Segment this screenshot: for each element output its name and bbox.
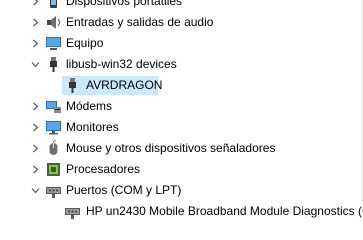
chevron-right-icon[interactable] <box>28 33 42 54</box>
tree-item-avrdragon[interactable]: AVRDRAGON <box>0 75 363 96</box>
tree-item-label: libusb-win32 devices <box>66 57 177 71</box>
chevron-right-icon[interactable] <box>28 159 42 180</box>
tree-item-mice[interactable]: Mouse y otros dispositivos señaladores <box>0 138 363 159</box>
tree-item-portable-devices[interactable]: Dispositivos portátiles <box>0 0 363 12</box>
tree-item-modems[interactable]: Módems <box>0 96 363 117</box>
port-icon <box>45 182 62 199</box>
computer-icon <box>45 35 62 52</box>
tree-item-label: Dispositivos portátiles <box>66 0 183 8</box>
tree-item-label: AVRDRAGON <box>86 78 163 92</box>
tree-item-libusb-win32-devices[interactable]: libusb-win32 devices <box>0 54 363 75</box>
processor-icon <box>45 161 62 178</box>
monitor-icon <box>45 119 62 136</box>
chevron-right-icon[interactable] <box>28 0 42 12</box>
device-tree: Dispositivos portátiles Entradas y salid… <box>0 0 363 222</box>
chevron-right-icon[interactable] <box>28 96 42 117</box>
tree-item-label: Equipo <box>66 36 104 50</box>
portable-device-icon <box>45 0 62 10</box>
chevron-right-icon[interactable] <box>28 117 42 138</box>
usb-plug-icon <box>64 77 81 94</box>
tree-item-monitors[interactable]: Monitores <box>0 117 363 138</box>
tree-item-hp-un2430-diagnostics[interactable]: HP un2430 Mobile Broadband Module Diagno… <box>0 201 363 222</box>
tree-item-label: Monitores <box>66 120 119 134</box>
chevron-right-icon[interactable] <box>28 138 42 159</box>
usb-plug-icon <box>45 56 62 73</box>
mouse-icon <box>45 140 62 157</box>
tree-item-label: Puertos (COM y LPT) <box>66 183 182 197</box>
tree-item-label: Entradas y salidas de audio <box>66 15 214 29</box>
speaker-icon <box>45 14 62 31</box>
port-icon <box>64 203 81 220</box>
tree-item-processors[interactable]: Procesadores <box>0 159 363 180</box>
tree-item-label: Módems <box>66 99 113 113</box>
tree-item-label: Procesadores <box>66 162 141 176</box>
chevron-right-icon[interactable] <box>28 12 42 33</box>
tree-item-audio-io[interactable]: Entradas y salidas de audio <box>0 12 363 33</box>
tree-item-computer[interactable]: Equipo <box>0 33 363 54</box>
tree-item-label: Mouse y otros dispositivos señaladores <box>66 141 276 155</box>
tree-item-ports[interactable]: Puertos (COM y LPT) <box>0 180 363 201</box>
tree-item-label: HP un2430 Mobile Broadband Module Diagno… <box>86 204 363 218</box>
chevron-down-icon[interactable] <box>28 180 42 201</box>
modem-icon <box>45 98 62 115</box>
chevron-down-icon[interactable] <box>28 54 42 75</box>
